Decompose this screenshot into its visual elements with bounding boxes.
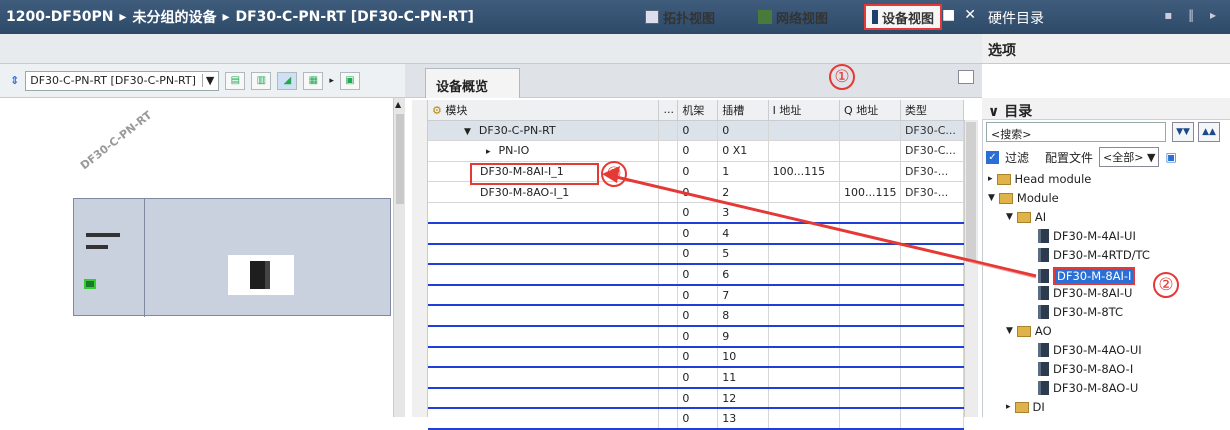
arrow-tail [969,261,1037,279]
arrow-head [602,166,620,183]
arrow-line [611,174,1037,278]
annotation-arrow [602,166,1037,279]
